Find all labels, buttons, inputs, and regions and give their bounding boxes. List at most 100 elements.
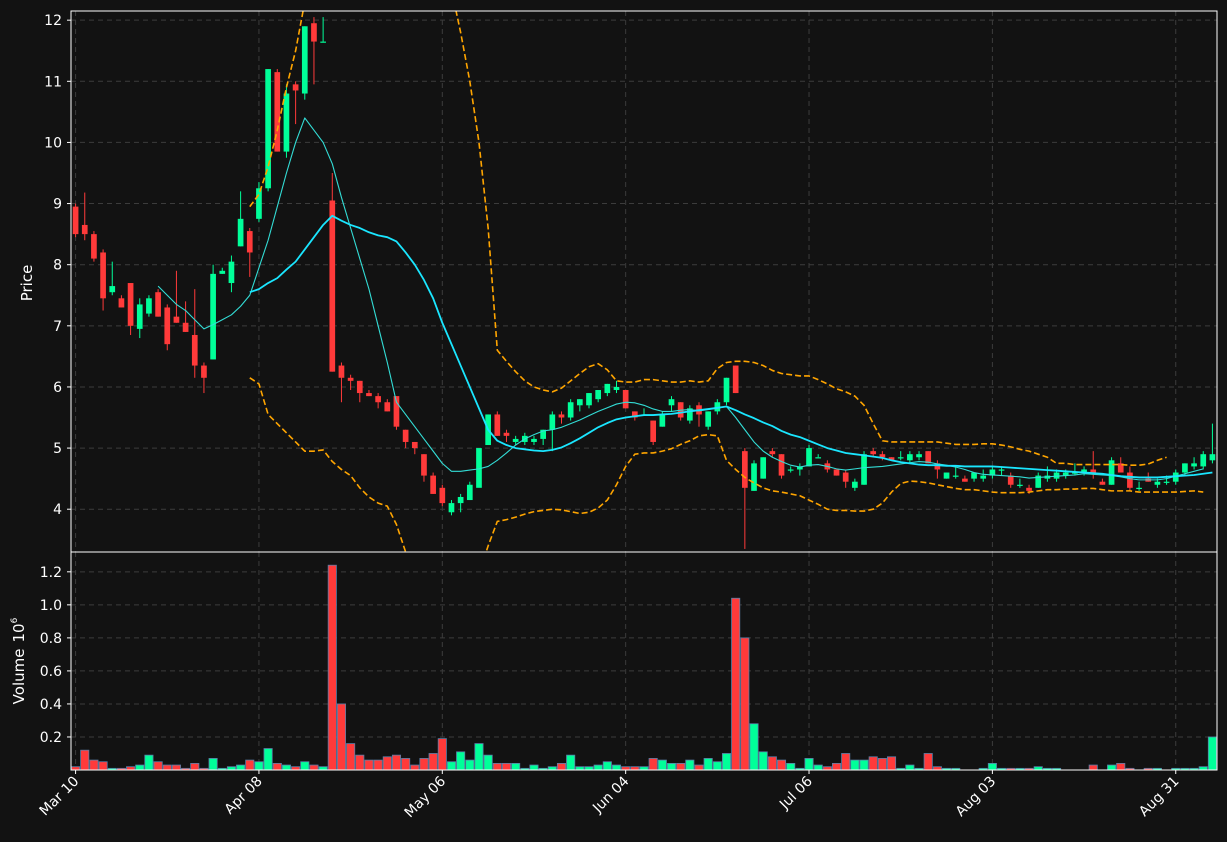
candle (943, 472, 950, 479)
candle-body (943, 472, 950, 479)
candle-body (916, 454, 922, 458)
candle-body (769, 451, 776, 455)
candle-body (1182, 463, 1188, 473)
candle (806, 445, 812, 467)
candle-body (723, 377, 730, 403)
volume-y-tick-label: 0.4 (40, 697, 62, 713)
candle-body (109, 286, 116, 293)
volume-bar (786, 762, 796, 770)
candle-body (659, 414, 666, 427)
price-y-tick-label: 5 (53, 441, 62, 457)
volume-bar (309, 764, 319, 770)
candle-body (1191, 463, 1197, 467)
candle-body (907, 454, 913, 461)
candle-body (1136, 487, 1142, 490)
volume-bar (676, 762, 686, 770)
candle-body (1209, 454, 1216, 461)
volume-bar (162, 764, 172, 770)
candle-body (191, 334, 198, 366)
volume-bar (208, 758, 218, 770)
candle (164, 304, 171, 351)
candle-body (375, 396, 381, 403)
price-y-tick-label: 10 (44, 135, 62, 151)
candle-body (586, 393, 592, 406)
candle (650, 420, 657, 446)
volume-bar (832, 762, 842, 770)
candle-body (219, 270, 226, 274)
volume-y-tick-label: 1.0 (40, 598, 62, 614)
volume-bar (474, 743, 484, 770)
volume-bar (80, 749, 90, 770)
candle-body (466, 484, 473, 501)
candle-body (870, 451, 877, 455)
candle-body (613, 386, 620, 391)
candle-body (852, 481, 858, 488)
candle-body (201, 365, 207, 378)
candle (430, 472, 436, 494)
candle-body (778, 454, 785, 476)
candle-body (842, 472, 849, 482)
volume-bar (336, 703, 346, 770)
volume-bar (245, 759, 255, 770)
volume-bar (556, 762, 567, 770)
candle (622, 390, 629, 409)
candle-body (356, 380, 363, 394)
volume-bar (749, 723, 759, 770)
volume-bar (153, 761, 163, 770)
candle-body (91, 234, 97, 259)
volume-bar (923, 753, 933, 770)
candle-body (1026, 487, 1032, 491)
volume-bar (804, 758, 814, 770)
price-y-tick-label: 9 (53, 197, 62, 213)
volume-bar (135, 764, 145, 770)
candle-body (1007, 475, 1014, 485)
candle-body (751, 463, 757, 491)
volume-bar (511, 762, 521, 770)
volume-bar (446, 761, 456, 770)
price-y-tick-label: 11 (44, 74, 62, 90)
candle-body (448, 503, 455, 513)
price-y-tick-label: 12 (44, 13, 62, 29)
volume-bar (492, 762, 502, 770)
volume-bar (419, 758, 429, 770)
volume-bar (758, 751, 768, 770)
volume-bar (685, 759, 695, 770)
candle-body (292, 84, 299, 91)
volume-bar (712, 761, 722, 770)
volume-axis-title-group: Volume106 (10, 617, 28, 704)
price-y-tick-label: 7 (53, 319, 62, 335)
candle-body (338, 365, 345, 378)
candle-body (604, 383, 611, 394)
volume-bar (236, 764, 246, 770)
volume-bar (813, 764, 823, 770)
volume-bar (483, 754, 493, 770)
candle-body (503, 432, 510, 436)
candle (833, 469, 840, 476)
candle (494, 411, 501, 436)
volume-axis-title: Volume106 (10, 617, 28, 704)
volume-bar (465, 759, 475, 770)
candlestick-chart: 456789101112 0.20.40.60.81.01.2 Mar 10 Ap… (0, 0, 1227, 842)
volume-bar (272, 762, 282, 770)
volume-bar (877, 758, 887, 770)
candle-body (430, 475, 436, 494)
candle-body (595, 390, 602, 400)
candle-body (439, 487, 446, 504)
candle-body (1090, 469, 1097, 473)
candle (751, 460, 757, 491)
candle (778, 454, 785, 479)
volume-bar (1088, 764, 1098, 770)
volume-bar (850, 759, 860, 770)
candle (329, 172, 336, 372)
candle-body (531, 438, 537, 442)
candle-body (283, 93, 290, 152)
volume-bar (410, 764, 420, 770)
volume-bar (355, 754, 365, 770)
candle-body (421, 454, 427, 476)
volume-bar (364, 759, 374, 770)
candle-body (952, 475, 959, 477)
volume-bar (428, 753, 438, 770)
candle-body (806, 448, 812, 467)
volume-bar (89, 759, 99, 770)
volume-bar (868, 756, 878, 770)
